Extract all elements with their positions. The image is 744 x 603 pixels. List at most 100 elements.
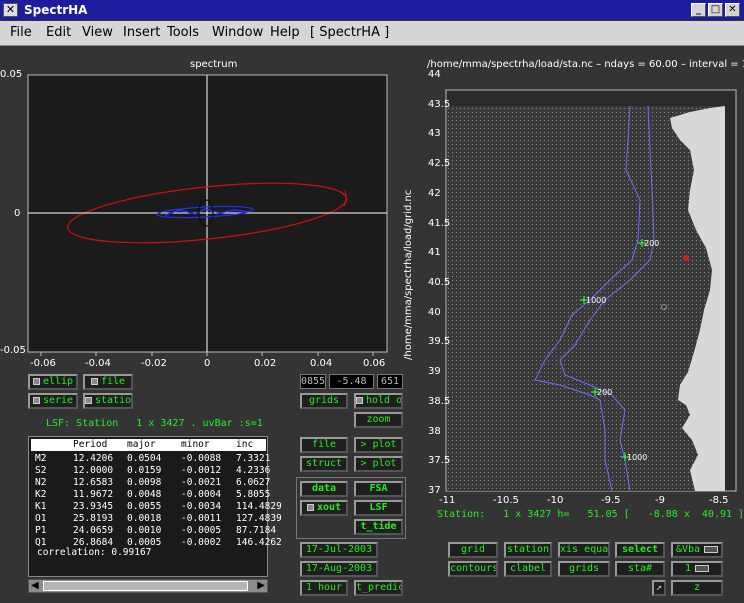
file-checkbox[interactable]: file (83, 374, 133, 390)
table-cell: 0.0159 (127, 465, 162, 476)
correlation-row: correlation: 0.99167 (37, 547, 152, 558)
table-cell: 0.0048 (127, 489, 162, 500)
map-y-tick: 41 (428, 247, 441, 259)
contour-label: 1000 (627, 453, 648, 462)
grids-button[interactable]: grids (300, 393, 348, 409)
arrow-toggle-icon[interactable]: ↗ (652, 580, 666, 596)
vba-dropdown[interactable]: &Vba (671, 542, 723, 558)
map-x-tick: -11 (439, 495, 456, 506)
checkbox-icon (90, 377, 98, 385)
table-row[interactable]: K2 11.9672 0.0048 -0.0004 5.8055 (31, 489, 270, 501)
table-cell: 24.0659 (73, 525, 114, 536)
results-table[interactable]: Period major minor inc M2 12.4206 0.0504 -0… (28, 436, 282, 577)
table-cell: -0.0005 (181, 525, 222, 536)
clabel-button[interactable]: clabel (504, 561, 552, 577)
scroll-thumb[interactable] (43, 581, 248, 591)
table-cell: S2 (35, 465, 47, 476)
fsa-button[interactable]: FSA (354, 481, 403, 497)
table-header: Period major minor inc (31, 439, 266, 451)
table-cell: 0.0098 (127, 477, 162, 488)
map-y-tick: 39 (428, 366, 441, 378)
table-cell: O1 (35, 513, 47, 524)
start-date-field[interactable]: 17-Jul-2003 (300, 542, 378, 558)
checkbox-icon (85, 396, 92, 404)
table-cell: -0.0034 (181, 501, 222, 512)
y-tick: 0.05 (0, 69, 23, 80)
map-y-tick: 37.5 (428, 455, 451, 467)
table-cell: 0.0504 (127, 453, 162, 464)
map-y-tick: 40 (428, 306, 441, 318)
end-date-field[interactable]: 17-Aug-2003 (300, 561, 378, 577)
plot-file-button[interactable]: > plot (354, 437, 403, 453)
table-cell: -0.0021 (181, 477, 222, 488)
map-y-tick: 39.5 (428, 336, 451, 348)
table-row[interactable]: O1 25.8193 0.0018 -0.0011 127.4839 (31, 513, 282, 525)
x-tick: -0.06 (30, 358, 56, 369)
contours-button[interactable]: contours (448, 561, 498, 577)
x-tick: 0.04 (310, 358, 333, 369)
col-major: major (127, 439, 156, 450)
ellip-checkbox[interactable]: ellip (28, 374, 78, 390)
x-tick: 0.02 (254, 358, 277, 369)
grid-button[interactable]: grid (448, 542, 498, 558)
table-row[interactable]: N2 12.6583 0.0098 -0.0021 6.0627 (31, 477, 271, 489)
table-cell: M2 (35, 453, 47, 464)
table-cell: -0.0004 (181, 489, 222, 500)
map-y-tick: 43 (428, 128, 441, 140)
table-row[interactable]: K1 23.9345 0.0055 -0.0034 114.4829 (31, 501, 282, 513)
table-cell: 23.9345 (73, 501, 114, 512)
station-button[interactable]: station (504, 542, 552, 558)
table-cell: 0.0055 (127, 501, 162, 512)
col-minor: minor (181, 439, 210, 450)
edit-field-1[interactable]: 0855 (300, 374, 326, 389)
edit-field-2[interactable]: -5.48 (329, 374, 374, 389)
data-button[interactable]: data (300, 481, 348, 497)
col-inc: inc (236, 439, 254, 450)
table-cell: -0.0012 (181, 465, 222, 476)
checkbox-icon (306, 503, 314, 511)
edit-field-3[interactable]: 651 (377, 374, 403, 389)
interval-field[interactable]: 1 hour (300, 580, 348, 596)
select-button[interactable]: select (615, 542, 665, 558)
map-x-tick: -9.5 (601, 495, 621, 506)
struct-button[interactable]: struct (300, 456, 348, 472)
table-cell: 12.0000 (73, 465, 114, 476)
axis-equal-button[interactable]: xis equa (558, 542, 610, 558)
table-row[interactable]: S2 12.0000 0.0159 -0.0012 4.2336 (31, 465, 270, 477)
y-tick: -0.05 (0, 345, 26, 356)
table-cell: K1 (35, 501, 47, 512)
number-dropdown[interactable]: 1 (671, 561, 723, 577)
map-x-tick: -10.5 (493, 495, 519, 506)
map-title: /home/mma/spectrha/load/sta.nc – ndays =… (427, 59, 744, 70)
station-checkbox[interactable]: statio (83, 393, 133, 409)
scroll-left-icon[interactable]: ◀ (31, 580, 39, 591)
t-tide-button[interactable]: t_tide (354, 519, 403, 535)
map-x-tick: -8.5 (709, 495, 729, 506)
grids-map-button[interactable]: grids (558, 561, 610, 577)
map-y-tick: 44 (428, 69, 441, 80)
z-button[interactable]: z (671, 580, 723, 596)
lsf-button[interactable]: LSF (354, 500, 403, 516)
table-cell: 6.0627 (236, 477, 271, 488)
table-cell: 7.3321 (236, 453, 271, 464)
map-x-tick: -10 (547, 495, 564, 506)
hold-checkbox[interactable]: hold o (354, 393, 403, 409)
checkbox-icon (32, 396, 40, 404)
t-predic-button[interactable]: t_predic (354, 580, 403, 596)
series-checkbox[interactable]: serie (28, 393, 78, 409)
table-cell: 25.8193 (73, 513, 114, 524)
zoom-button[interactable]: zoom (354, 412, 403, 428)
table-row[interactable]: M2 12.4206 0.0504 -0.0088 7.3321 (31, 453, 271, 465)
sta-field[interactable]: sta# (615, 561, 665, 577)
file-button[interactable]: file (300, 437, 348, 453)
scroll-right-icon[interactable]: ▶ (257, 580, 265, 591)
map-ylabel: /home/mma/spectrha/load/grid.nc (403, 189, 414, 360)
xout-checkbox[interactable]: xout (300, 500, 348, 516)
y-tick: 0 (14, 208, 21, 219)
horizontal-scrollbar[interactable]: ◀ ▶ (28, 579, 268, 593)
col-period: Period (73, 439, 108, 450)
plot-struct-button[interactable]: > plot (354, 456, 403, 472)
dropdown-icon (695, 564, 710, 572)
checkbox-icon (356, 396, 363, 404)
table-row[interactable]: P1 24.0659 0.0010 -0.0005 87.7184 (31, 525, 276, 537)
